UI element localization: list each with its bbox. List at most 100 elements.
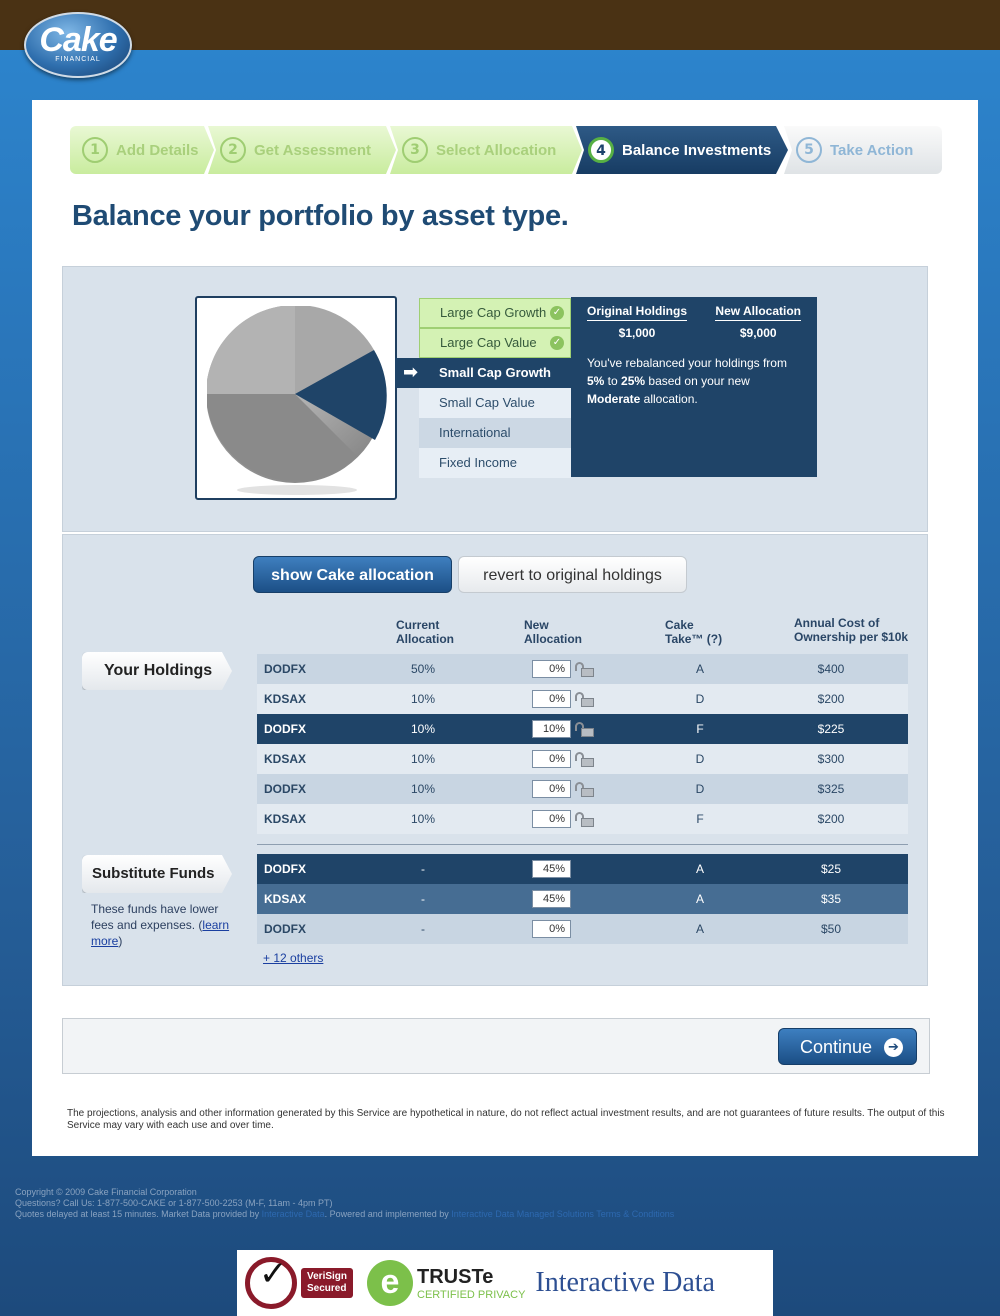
msg-text: to — [604, 374, 622, 388]
new-allocation-input[interactable]: 10% — [532, 720, 571, 738]
annual-cost: $200 — [817, 812, 845, 826]
logo-text: Cake — [39, 21, 117, 59]
header-current-allocation: Current Allocation — [396, 618, 455, 646]
step-add-details[interactable]: 1 Add Details — [70, 126, 214, 174]
continue-bar: Continue ➔ — [62, 1018, 930, 1074]
check-icon: ✓ — [550, 306, 564, 320]
cake-logo[interactable]: Cake FINANCIAL — [24, 12, 132, 78]
fund-ticker: KDSAX — [264, 692, 307, 706]
wizard-steps: 1 Add Details 2 Get Assessment 3 Select … — [70, 126, 942, 174]
fund-ticker: DODFX — [264, 662, 306, 676]
more-funds-link[interactable]: + 12 others — [263, 951, 323, 965]
copyright: Copyright © 2009 Cake Financial Corporat… — [15, 1187, 197, 1197]
table-row[interactable]: DODFX 10% 0% D $325 — [257, 774, 908, 804]
interactive-data-link[interactable]: Interactive Data — [262, 1209, 325, 1219]
table-row[interactable]: KDSAX 10% 0% F $200 — [257, 804, 908, 834]
quotes-text: Quotes delayed at least 15 minutes. Mark… — [15, 1209, 262, 1219]
fund-ticker: KDSAX — [264, 752, 307, 766]
allocation-detail-panel: Original Holdings $1,000 New Allocation … — [571, 297, 817, 477]
lock-icon[interactable] — [575, 812, 595, 827]
header-new-allocation: New Allocation — [524, 618, 583, 646]
asset-item-fixed-income[interactable]: Fixed Income — [419, 448, 571, 478]
new-allocation-input[interactable]: 0% — [532, 690, 571, 708]
top-bar — [0, 0, 1000, 50]
new-allocation-input[interactable]: 0% — [532, 920, 571, 938]
asset-label: Fixed Income — [439, 455, 518, 470]
annual-cost: $25 — [820, 862, 842, 876]
new-allocation-input[interactable]: 45% — [532, 860, 571, 878]
new-allocation-input[interactable]: 0% — [532, 780, 571, 798]
table-row[interactable]: DODFX - 45% A $25 — [257, 854, 908, 884]
new-allocation-input[interactable]: 45% — [532, 890, 571, 908]
table-divider — [257, 844, 908, 845]
verisign-checkmark-icon: ✓ — [245, 1254, 297, 1309]
interactive-data-logo[interactable]: Interactive Data — [535, 1267, 715, 1299]
page-title: Balance your portfolio by asset type. — [72, 200, 569, 232]
table-row[interactable]: KDSAX 10% 0% D $300 — [257, 744, 908, 774]
trust-badges: ✓ VeriSign Secured e TRUSTe CERTIFIED PRIV… — [237, 1250, 773, 1316]
lock-icon[interactable] — [575, 752, 595, 767]
pie-slice-large-cap-growth — [207, 306, 295, 394]
quotes-text: . Powered and implemented by — [324, 1209, 452, 1219]
new-allocation-input[interactable]: 0% — [532, 660, 571, 678]
revert-holdings-button[interactable]: revert to original holdings — [458, 556, 687, 593]
step-number: 2 — [220, 137, 246, 163]
terms-link[interactable]: Terms & Conditions — [596, 1209, 674, 1219]
truste-badge[interactable]: TRUSTe CERTIFIED PRIVACY — [417, 1266, 525, 1301]
new-allocation-input[interactable]: 0% — [532, 750, 571, 768]
fund-ticker: DODFX — [264, 722, 306, 736]
lock-icon[interactable] — [575, 692, 595, 707]
annual-cost: $35 — [820, 892, 842, 906]
asset-label: Large Cap Value — [440, 335, 537, 350]
msg-text: You've rebalanced your holdings from — [587, 356, 787, 370]
step-balance-investments[interactable]: 4 Balance Investments — [576, 126, 788, 174]
table-row[interactable]: DODFX - 0% A $50 — [257, 914, 908, 944]
asset-class-list: Large Cap Growth ✓ Large Cap Value ✓ ➡ S… — [395, 298, 571, 478]
step-select-allocation[interactable]: 3 Select Allocation — [390, 126, 582, 174]
fund-ticker: KDSAX — [264, 892, 307, 906]
cake-take-grade: D — [695, 752, 705, 766]
continue-label: Continue — [800, 1037, 873, 1057]
table-row[interactable]: DODFX 50% 0% A $400 — [257, 654, 908, 684]
lock-icon[interactable] — [575, 722, 595, 737]
continue-button[interactable]: Continue ➔ — [778, 1028, 917, 1065]
table-row[interactable]: KDSAX - 45% A $35 — [257, 884, 908, 914]
asset-label: Small Cap Value — [439, 395, 535, 410]
lock-icon[interactable] — [575, 662, 595, 677]
managed-solutions-link[interactable]: Interactive Data Managed Solutions — [451, 1209, 594, 1219]
step-get-assessment[interactable]: 2 Get Assessment — [208, 126, 396, 174]
your-holdings-tag: Your Holdings — [82, 652, 232, 690]
original-holdings-header: Original Holdings — [587, 304, 688, 321]
asset-item-small-cap-growth[interactable]: ➡ Small Cap Growth — [395, 358, 571, 388]
step-number: 4 — [588, 137, 614, 163]
step-take-action[interactable]: 5 Take Action — [784, 126, 942, 174]
asset-item-international[interactable]: International — [419, 418, 571, 448]
step-label: Get Assessment — [254, 141, 371, 159]
msg-text: allocation. — [640, 392, 698, 406]
cake-take-grade: D — [695, 692, 705, 706]
new-allocation-input[interactable]: 0% — [532, 810, 571, 828]
asset-label: Small Cap Growth — [439, 365, 551, 380]
step-number: 1 — [82, 137, 108, 163]
cake-take-grade: A — [695, 862, 704, 876]
asset-item-large-cap-value[interactable]: Large Cap Value ✓ — [419, 328, 571, 358]
table-row[interactable]: KDSAX 10% 0% D $200 — [257, 684, 908, 714]
current-allocation: 50% — [410, 662, 436, 676]
cake-take-grade: D — [695, 782, 705, 796]
step-label: Take Action — [830, 141, 914, 159]
asset-item-small-cap-value[interactable]: Small Cap Value — [419, 388, 571, 418]
table-row[interactable]: DODFX 10% 10% F $225 — [257, 714, 908, 744]
asset-item-large-cap-growth[interactable]: Large Cap Growth ✓ — [419, 298, 571, 328]
lock-icon[interactable] — [575, 782, 595, 797]
msg-to: 25% — [621, 374, 646, 388]
msg-from: 5% — [587, 374, 605, 388]
annual-cost: $200 — [817, 692, 845, 706]
substitute-funds-tag: Substitute Funds — [82, 855, 232, 893]
show-cake-allocation-button[interactable]: show Cake allocation — [253, 556, 452, 593]
rebalance-message: You've rebalanced your holdings from 5% … — [571, 340, 817, 408]
contact-info: Questions? Call Us: 1-877-500-CAKE or 1-… — [15, 1198, 333, 1208]
main-panel: 1 Add Details 2 Get Assessment 3 Select … — [32, 100, 978, 1156]
verisign-badge[interactable]: VeriSign Secured — [301, 1268, 354, 1298]
asset-chart-area: Large Cap Growth ✓ Large Cap Value ✓ ➡ S… — [62, 266, 928, 532]
header-cake-take[interactable]: Cake Take™ (?) — [665, 618, 722, 646]
